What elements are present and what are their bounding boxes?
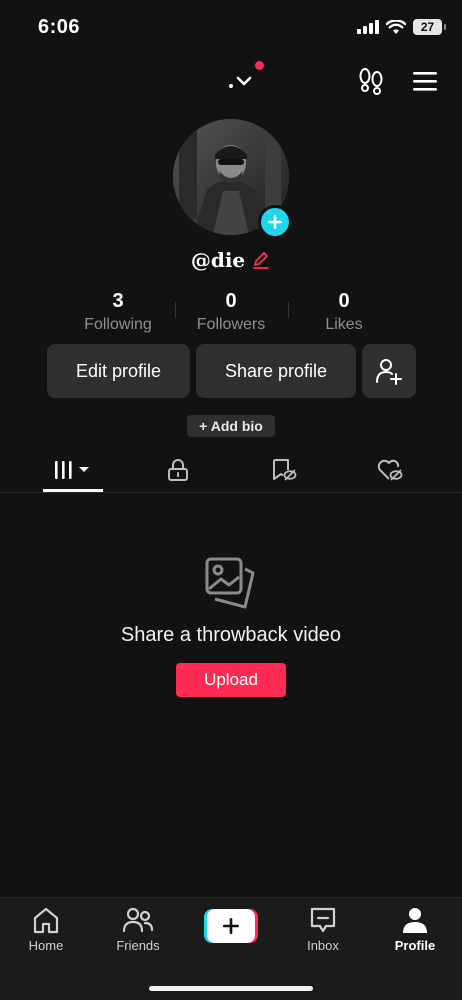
- menu-button[interactable]: [410, 66, 440, 96]
- create-button[interactable]: [204, 909, 258, 943]
- add-user-icon: [376, 359, 402, 385]
- edit-profile-button[interactable]: Edit profile: [47, 344, 190, 398]
- home-indicator: [149, 986, 313, 991]
- share-profile-button[interactable]: Share profile: [196, 344, 356, 398]
- create-icon: [204, 909, 258, 943]
- nav-home[interactable]: Home: [6, 906, 86, 962]
- username-row: @die: [0, 248, 462, 272]
- stat-likes[interactable]: 0 Likes: [289, 288, 399, 336]
- battery-indicator: 27: [413, 19, 446, 35]
- add-friend-button[interactable]: [362, 344, 416, 398]
- add-bio-button[interactable]: + Add bio: [187, 415, 275, 437]
- edit-pencil-icon[interactable]: [251, 250, 271, 270]
- photos-icon: [203, 555, 259, 611]
- chevron-down-icon: [229, 76, 252, 88]
- stat-value: 0: [338, 290, 350, 312]
- signal-icon: [357, 20, 379, 34]
- status-icons: 27: [357, 19, 446, 35]
- hamburger-menu-icon: [413, 72, 437, 91]
- tab-private[interactable]: [138, 448, 218, 492]
- stat-value: 3: [112, 290, 124, 312]
- profile-stats: 3 Following 0 Followers 0 Likes: [0, 288, 462, 338]
- stat-following[interactable]: 3 Following: [63, 288, 173, 336]
- content-tabs: [0, 448, 462, 493]
- status-time: 6:06: [38, 16, 81, 38]
- tab-videos[interactable]: [33, 448, 113, 492]
- inbox-icon: [310, 907, 336, 933]
- nav-friends[interactable]: Friends: [98, 906, 178, 962]
- wifi-icon: [386, 19, 406, 34]
- stat-label: Following: [84, 316, 152, 333]
- bottom-navigation: Home Friends Inbox Profile: [0, 897, 462, 1000]
- stat-followers[interactable]: 0 Followers: [176, 288, 286, 336]
- lock-icon: [168, 459, 188, 481]
- home-icon: [33, 907, 59, 934]
- nav-label: Inbox: [307, 938, 339, 953]
- upload-button[interactable]: Upload: [176, 663, 286, 697]
- friends-icon: [122, 907, 154, 933]
- account-switcher-button[interactable]: [222, 61, 266, 96]
- username: @die: [190, 248, 246, 272]
- notification-dot: [255, 61, 264, 70]
- stat-value: 0: [225, 290, 237, 312]
- active-tab-indicator: [43, 489, 103, 492]
- plus-icon: [268, 215, 282, 229]
- profile-screen: 6:06 27 @die 3 Following 0 Followers 0 L…: [0, 0, 462, 1000]
- nav-label: Friends: [116, 938, 160, 953]
- stat-label: Likes: [325, 316, 363, 333]
- profile-icon: [403, 908, 427, 933]
- tab-liked[interactable]: [350, 448, 430, 492]
- profile-views-button[interactable]: [356, 66, 386, 96]
- heart-hidden-icon: [377, 459, 403, 481]
- nav-label: Home: [28, 938, 64, 953]
- nav-label: Profile: [394, 938, 436, 953]
- status-bar: 6:06 27: [0, 0, 462, 56]
- footprints-icon: [359, 68, 383, 95]
- bookmark-hidden-icon: [273, 459, 297, 481]
- stat-label: Followers: [196, 316, 266, 333]
- grid-videos-icon: [55, 461, 89, 479]
- nav-profile[interactable]: Profile: [375, 906, 455, 962]
- nav-inbox[interactable]: Inbox: [283, 906, 363, 962]
- add-avatar-button[interactable]: [258, 205, 292, 239]
- empty-state-title: Share a throwback video: [120, 624, 342, 646]
- tab-favorites[interactable]: [244, 448, 324, 492]
